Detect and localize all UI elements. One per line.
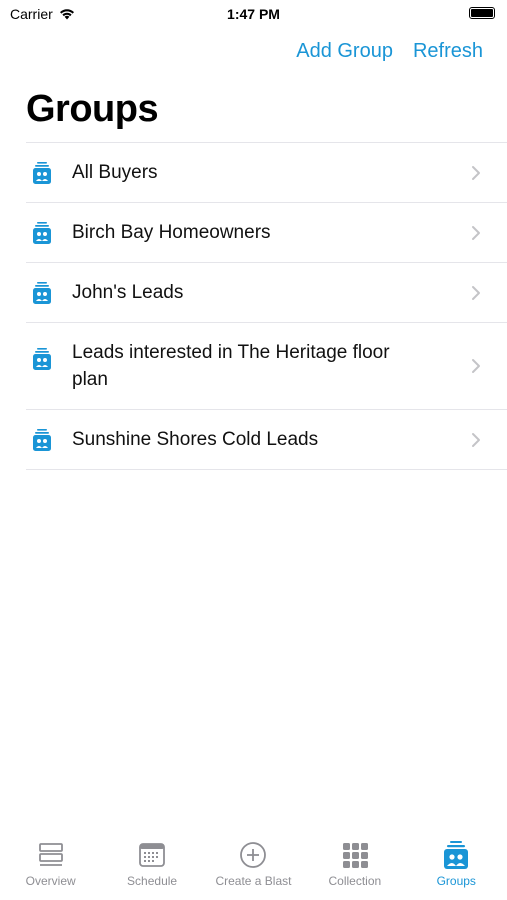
group-icon <box>33 428 51 451</box>
group-label: Birch Bay Homeowners <box>72 222 271 243</box>
chevron-right-icon <box>472 225 480 240</box>
grid-icon <box>342 843 368 868</box>
group-row-all-buyers[interactable]: All Buyers <box>26 143 507 203</box>
tab-label: Groups <box>436 874 476 888</box>
group-label: Sunshine Shores Cold Leads <box>72 429 319 450</box>
status-bar: Carrier 1:47 PM <box>0 0 507 28</box>
add-group-button[interactable]: Add Group <box>296 40 393 63</box>
group-label: All Buyers <box>72 162 158 183</box>
tab-label: Collection <box>328 874 382 888</box>
tab-schedule[interactable]: Schedule <box>102 840 202 888</box>
chevron-right-icon <box>472 359 480 373</box>
tab-label: Create a Blast <box>215 874 292 888</box>
chevron-right-icon <box>472 165 480 180</box>
tab-create-a-blast[interactable]: Create a Blast <box>203 840 303 888</box>
group-row-heritage-floor-plan[interactable]: Leads interested in The Heritage floor p… <box>26 323 507 410</box>
group-row-sunshine-shores[interactable]: Sunshine Shores Cold Leads <box>26 410 507 470</box>
refresh-button[interactable]: Refresh <box>413 40 483 63</box>
tab-groups[interactable]: Groups <box>406 840 506 888</box>
group-icon <box>33 161 51 184</box>
group-icon <box>33 281 51 304</box>
plus-circle-icon <box>240 842 267 868</box>
group-label: Leads interested in The Heritage floor p… <box>72 342 390 390</box>
chevron-right-icon <box>472 285 480 300</box>
tab-collection[interactable]: Collection <box>305 840 405 888</box>
tab-bar: Overview Schedule Create a Blast Collect… <box>0 828 507 900</box>
group-row-birch-bay[interactable]: Birch Bay Homeowners <box>26 203 507 263</box>
page-title: Groups <box>26 88 159 130</box>
groups-screen: Carrier 1:47 PM Add Group Refresh Groups… <box>0 0 507 900</box>
group-label: John's Leads <box>72 282 184 303</box>
calendar-icon <box>139 843 165 867</box>
tab-label: Schedule <box>127 874 178 888</box>
tab-label: Overview <box>25 874 76 888</box>
group-icon <box>33 348 51 370</box>
tab-overview[interactable]: Overview <box>1 840 101 888</box>
chevron-right-icon <box>472 432 480 447</box>
battery-icon <box>469 7 495 19</box>
group-icon <box>33 221 51 244</box>
nav-actions: Add Group Refresh <box>296 40 483 63</box>
groups-icon <box>444 841 469 869</box>
overview-icon <box>38 843 63 866</box>
status-time: 1:47 PM <box>227 6 280 22</box>
group-list: All Buyers Birch Bay Homeowners John's L… <box>26 142 507 470</box>
group-row-johns-leads[interactable]: John's Leads <box>26 263 507 323</box>
